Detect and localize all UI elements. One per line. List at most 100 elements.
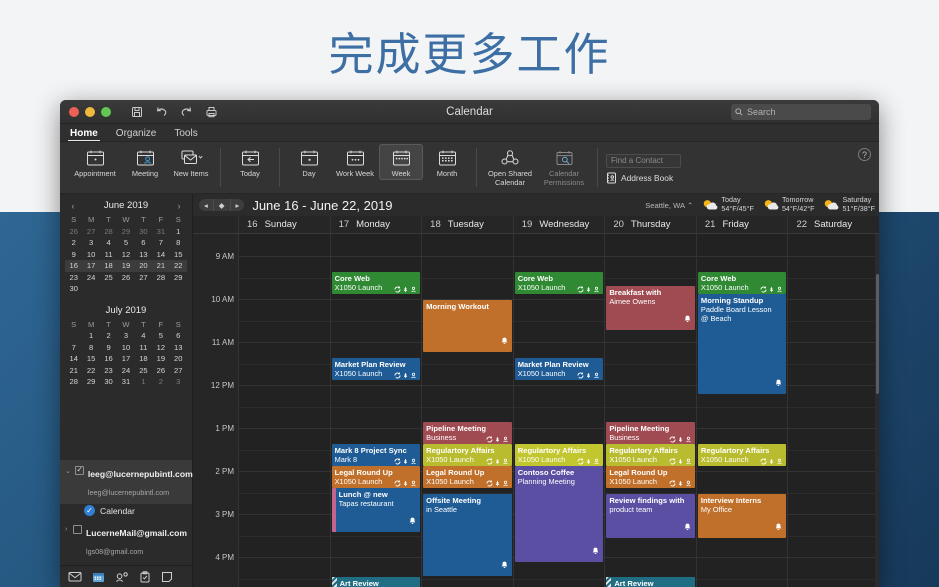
calendar-event[interactable]: Market Plan ReviewX1050 Launch [515,358,604,380]
chevron-right-icon[interactable]: › [65,523,69,533]
day-column[interactable]: Core WebX1050 LaunchMorning StandupPaddl… [696,234,788,587]
prev-week-button[interactable]: ◂ [199,199,213,211]
mini-calendar-day[interactable]: 16 [100,353,117,365]
mini-calendar-day[interactable] [170,283,187,295]
mini-calendar-day[interactable]: 2 [100,330,117,342]
calendar-event[interactable]: Review findings withproduct team [606,494,695,538]
new-items-button[interactable]: New Items [169,144,213,179]
mini-calendar-day[interactable]: 23 [100,365,117,377]
day-column[interactable] [238,234,330,587]
calendar-event[interactable]: Core WebX1050 Launch [698,272,787,294]
mini-calendar-day[interactable]: 15 [170,249,187,261]
mini-calendar-day[interactable]: 17 [117,353,134,365]
account-checkbox[interactable] [75,466,84,475]
mini-calendar-day[interactable]: 15 [82,353,99,365]
day-column[interactable]: Breakfast withAimee Owens Pipeline Meetin… [604,234,696,587]
calendar-event[interactable]: Pipeline MeetingBusiness [606,422,695,444]
calendar-event[interactable]: Legal Round UpX1050 Launch [423,466,512,488]
date-nav[interactable]: ◂ ◆ ▸ [199,199,244,211]
day-column[interactable] [787,234,879,587]
help-button[interactable]: ? [858,148,871,161]
open-shared-calendar-button[interactable]: Open Shared Calendar [484,144,536,187]
view-day-button[interactable]: Day [287,144,331,179]
mini-calendar-day[interactable]: 14 [152,249,169,261]
day-header[interactable]: 22Saturday [787,216,879,233]
people-icon[interactable] [115,571,129,583]
mini-calendar-day[interactable]: 3 [170,376,187,388]
search-input[interactable]: Search [731,104,871,120]
mini-calendar-day[interactable]: 27 [135,272,152,284]
notes-icon[interactable] [161,571,173,583]
mini-calendar-day[interactable]: 18 [100,260,117,272]
mini-calendar-day[interactable]: 18 [135,353,152,365]
meeting-button[interactable]: Meeting [123,144,167,179]
day-header[interactable]: 21Friday [696,216,788,233]
mini-calendar-day[interactable]: 7 [152,237,169,249]
day-column[interactable]: Core WebX1050 LaunchMarket Plan ReviewX1… [330,234,422,587]
tab-tools[interactable]: Tools [174,128,197,141]
calendar-event[interactable]: Core WebX1050 Launch [515,272,604,294]
mini-calendar-day[interactable] [135,283,152,295]
mini-calendar-day[interactable]: 13 [135,249,152,261]
account-row[interactable]: ›LucerneMail@gmail.comlgs08@gmail.com [60,519,192,563]
mini-calendar-day[interactable] [152,283,169,295]
calendar-event[interactable]: Lunch @ newTapas restaurant [332,488,421,532]
calendar-event[interactable]: Art ReviewX1050 LaunchTeam / Designx1050… [332,577,421,587]
mini-calendar-day[interactable]: 20 [170,353,187,365]
mini-calendar-day[interactable]: 6 [170,330,187,342]
calendar-event[interactable]: Mark 8 Project SyncMark 8 [332,444,421,466]
calendar-event[interactable]: Morning StandupPaddle Board Lesson@ Beac… [698,294,787,394]
calendar-event[interactable]: Legal Round UpX1050 Launch [332,466,421,488]
mini-calendar-day[interactable]: 28 [152,272,169,284]
account-checkbox[interactable] [73,525,82,534]
mini-calendar-day[interactable]: 27 [170,365,187,377]
calendar-event[interactable]: Interview InternsMy Office [698,494,787,538]
mini-calendar-day[interactable]: 21 [152,260,169,272]
mini-calendar-day[interactable]: 9 [65,249,82,261]
calendar-event[interactable]: Market Plan ReviewX1050 Launch [332,358,421,380]
vertical-scrollbar[interactable] [875,234,879,587]
mini-calendar-day[interactable]: 10 [117,342,134,354]
mini-calendar-day[interactable]: 28 [65,376,82,388]
mini-calendar-day[interactable]: 2 [65,237,82,249]
calendar-event[interactable]: Regulartory AffairsX1050 Launch [606,444,695,466]
mini-calendar-day[interactable]: 29 [117,226,134,238]
mini-calendar-day[interactable]: 13 [170,342,187,354]
mini-calendar-day[interactable]: 26 [152,365,169,377]
mini-calendar-day[interactable]: 1 [170,226,187,238]
chevron-down-icon[interactable]: ⌄ [65,464,71,475]
mini-calendar-day[interactable]: 12 [117,249,134,261]
mini-calendar-day[interactable]: 8 [82,342,99,354]
mini-calendar-day[interactable]: 12 [152,342,169,354]
mini-calendar-day[interactable]: 31 [117,376,134,388]
mini-calendar-day[interactable]: 8 [170,237,187,249]
mini-calendar-day[interactable]: 3 [82,237,99,249]
mini-calendar-day[interactable] [65,330,82,342]
view-month-button[interactable]: Month [425,144,469,179]
calendar-row[interactable]: ✓Calendar [60,504,192,519]
mini-calendar-day[interactable]: 1 [135,376,152,388]
day-columns[interactable]: Core WebX1050 Launch Market Plan ReviewX1… [238,234,879,587]
calendar-event[interactable]: Regulartory AffairsX1050 Launch [698,444,787,466]
calendar-event[interactable]: Legal Round UpX1050 Launch [606,466,695,488]
mini-calendar-day[interactable]: 25 [100,272,117,284]
mini-calendar-day[interactable]: 2 [152,376,169,388]
appointment-button[interactable]: Appointment [69,144,121,179]
mini-calendar-day[interactable]: 17 [82,260,99,272]
day-column[interactable]: Morning WorkoutPipeline MeetingBusinessR… [421,234,513,587]
mini-calendar-day[interactable]: 10 [82,249,99,261]
calendar-icon[interactable] [92,571,105,583]
tab-organize[interactable]: Organize [116,128,157,141]
calendar-event[interactable]: Pipeline MeetingBusiness [423,422,512,444]
view-work-week-button[interactable]: Work Week [333,144,377,179]
calendar-event[interactable]: Breakfast withAimee Owens [606,286,695,330]
day-header[interactable]: 19Wednesday [513,216,605,233]
mini-calendar-day[interactable] [100,283,117,295]
mini-calendar-day[interactable]: 19 [117,260,134,272]
weather-location[interactable]: Seattle, WA ⌃ [645,201,693,210]
tasks-icon[interactable] [139,571,151,583]
mini-calendar-day[interactable]: 1 [82,330,99,342]
mini-calendar-day[interactable]: 22 [82,365,99,377]
next-week-button[interactable]: ▸ [230,199,245,211]
find-contact-input[interactable]: Find a Contact [606,154,681,168]
